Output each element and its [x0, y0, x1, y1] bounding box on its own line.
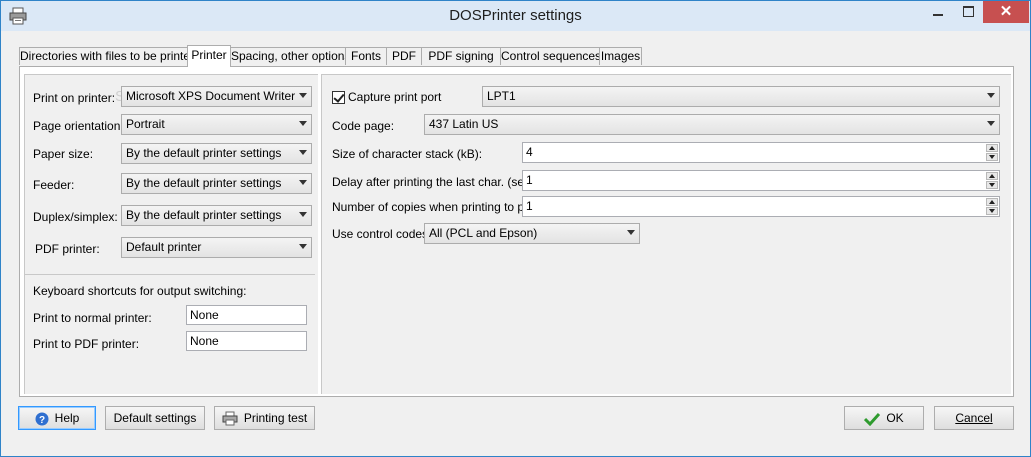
printer-selection-panel: SOFTPEDIA Print on printer: Microsoft XP… [24, 74, 318, 394]
paper-size-combo[interactable]: By the default printer settings [121, 143, 312, 164]
tab-spacing[interactable]: Spacing, other options [230, 47, 350, 65]
char-stack-spinner[interactable]: 4 [522, 142, 1000, 163]
chevron-down-icon [299, 93, 307, 98]
help-icon: ? [35, 412, 49, 426]
char-stack-value: 4 [526, 145, 533, 159]
chevron-down-icon [627, 230, 635, 235]
delay-label: Delay after printing the last char. (sec… [332, 175, 538, 189]
spinner-arrows-icon[interactable] [986, 172, 998, 189]
code-page-combo[interactable]: 437 Latin US [424, 114, 1000, 135]
print-on-printer-value: Microsoft XPS Document Writer [126, 89, 296, 103]
control-codes-label: Use control codes: [332, 227, 432, 241]
title-bar[interactable]: DOSPrinter settings ✕ [1, 1, 1030, 31]
capture-print-port-label[interactable]: Capture print port [348, 90, 441, 104]
printing-test-button[interactable]: Printing test [214, 406, 315, 430]
window-title: DOSPrinter settings [449, 7, 582, 24]
port-capture-panel: Capture print port LPT1 Code page: 437 L… [321, 74, 1011, 394]
chevron-down-icon [987, 93, 995, 98]
close-icon: ✕ [999, 3, 1013, 20]
tab-directories[interactable]: Directories with files to be printed [19, 47, 197, 65]
paper-size-label: Paper size: [33, 147, 94, 161]
svg-text:?: ? [39, 415, 45, 426]
print-to-normal-printer-input[interactable]: None [186, 305, 307, 325]
chevron-down-icon [987, 121, 995, 126]
capture-print-port-checkbox[interactable] [332, 91, 345, 104]
control-codes-value: All (PCL and Epson) [429, 226, 538, 240]
print-on-printer-combo[interactable]: Microsoft XPS Document Writer [121, 86, 312, 107]
section-divider [25, 274, 315, 275]
duplex-label: Duplex/simplex: [33, 210, 118, 224]
copies-value: 1 [526, 199, 533, 213]
delay-spinner[interactable]: 1 [522, 170, 1000, 191]
tab-images[interactable]: Images [599, 47, 642, 65]
tab-fonts[interactable]: Fonts [345, 47, 387, 65]
checkmark-icon [864, 412, 881, 426]
page-orientation-label: Page orientation: [33, 119, 124, 133]
delay-value: 1 [526, 173, 533, 187]
tab-pdf-signing[interactable]: PDF signing [421, 47, 501, 65]
tab-printer[interactable]: Printer [187, 45, 231, 67]
chevron-down-icon [299, 180, 307, 185]
pdf-printer-label: PDF printer: [35, 242, 100, 256]
default-settings-button[interactable]: Default settings [105, 406, 205, 430]
close-button[interactable]: ✕ [983, 1, 1029, 23]
print-port-value: LPT1 [487, 89, 516, 103]
tab-control-sequences[interactable]: Control sequences [500, 47, 601, 65]
control-codes-combo[interactable]: All (PCL and Epson) [424, 223, 640, 244]
chevron-down-icon [299, 212, 307, 217]
print-on-printer-label: Print on printer: [33, 91, 116, 105]
minimize-button[interactable] [923, 1, 953, 23]
chevron-down-icon [299, 150, 307, 155]
spinner-arrows-icon[interactable] [986, 144, 998, 161]
help-button-label: Help [54, 411, 80, 425]
duplex-value: By the default printer settings [126, 208, 282, 222]
feeder-value: By the default printer settings [126, 176, 282, 190]
shortcuts-heading: Keyboard shortcuts for output switching: [33, 284, 247, 298]
paper-size-value: By the default printer settings [126, 146, 282, 160]
feeder-label: Feeder: [33, 178, 75, 192]
copies-label: Number of copies when printing to port: [332, 200, 542, 214]
tab-pdf[interactable]: PDF [386, 47, 422, 65]
ok-label: OK [886, 411, 904, 425]
dosprinter-settings-window: DOSPrinter settings ✕ Directories with f… [0, 0, 1031, 457]
copies-spinner[interactable]: 1 [522, 196, 1000, 217]
printer-icon [222, 411, 238, 426]
duplex-combo[interactable]: By the default printer settings [121, 205, 312, 226]
cancel-button[interactable]: Cancel [934, 406, 1014, 430]
spinner-arrows-icon[interactable] [986, 198, 998, 215]
printing-test-label: Printing test [243, 411, 308, 425]
code-page-label: Code page: [332, 119, 395, 133]
page-orientation-combo[interactable]: Portrait [121, 114, 312, 135]
char-stack-label: Size of character stack (kB): [332, 147, 483, 161]
ok-button[interactable]: OK [844, 406, 924, 430]
print-to-pdf-printer-input[interactable]: None [186, 331, 307, 351]
chevron-down-icon [299, 244, 307, 249]
print-to-normal-printer-label: Print to normal printer: [33, 311, 152, 325]
help-button[interactable]: ? Help [18, 406, 96, 430]
printer-tab-page: SOFTPEDIA Print on printer: Microsoft XP… [19, 66, 1014, 397]
print-to-pdf-printer-label: Print to PDF printer: [33, 337, 140, 351]
feeder-combo[interactable]: By the default printer settings [121, 173, 312, 194]
pdf-printer-value: Default printer [126, 240, 202, 254]
chevron-down-icon [299, 121, 307, 126]
pdf-printer-combo[interactable]: Default printer [121, 237, 312, 258]
maximize-button[interactable] [953, 1, 983, 23]
page-orientation-value: Portrait [126, 117, 165, 131]
print-port-combo[interactable]: LPT1 [482, 86, 1000, 107]
code-page-value: 437 Latin US [429, 117, 499, 131]
